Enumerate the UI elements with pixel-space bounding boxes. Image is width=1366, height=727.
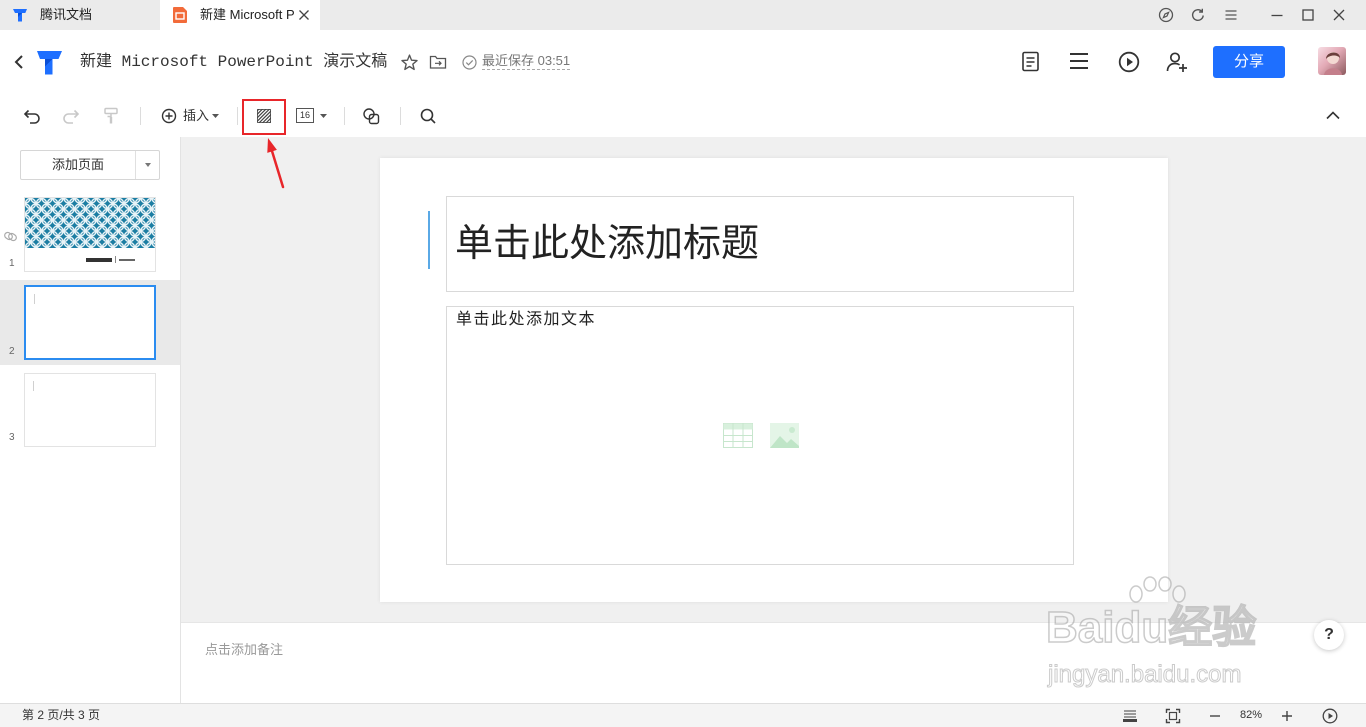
avatar[interactable]	[1318, 47, 1346, 75]
tab-tencent-docs[interactable]: 腾讯文档	[0, 0, 160, 30]
add-page-label: 添加页面	[51, 157, 104, 172]
close-tab-icon[interactable]	[298, 9, 310, 21]
tab-bar: 腾讯文档 新建 Microsoft P	[0, 0, 1366, 30]
slide[interactable]: 单击此处添加标题 单击此处添加文本	[380, 158, 1168, 602]
document-icon[interactable]	[1020, 51, 1041, 72]
present-icon[interactable]	[1322, 708, 1338, 724]
avatar-photo-icon	[1324, 52, 1342, 75]
thumbnail-placeholder-mark	[34, 294, 35, 304]
format-painter-icon[interactable]	[103, 107, 119, 125]
undo-icon[interactable]	[23, 108, 41, 125]
shapes-icon[interactable]	[362, 107, 380, 125]
caret-down-icon	[212, 114, 219, 118]
maximize-icon[interactable]	[1300, 7, 1316, 23]
status-bar: 第 2 页/共 3 页 82%	[0, 703, 1366, 727]
toolbar-separator	[140, 107, 141, 125]
circle-plus-icon	[161, 108, 177, 124]
title-placeholder[interactable]: 单击此处添加标题	[446, 196, 1074, 292]
zoom-in-icon[interactable]	[1281, 710, 1293, 722]
slide-size-selector[interactable]: 16	[296, 108, 314, 123]
slide-number: 2	[9, 346, 15, 357]
tencent-docs-logo-icon	[13, 9, 27, 22]
slide-thumbnail-2[interactable]	[24, 285, 156, 360]
slide-panel: 添加页面 1 2 3	[0, 137, 181, 703]
star-icon[interactable]	[400, 53, 419, 72]
thumbnail-pattern-background	[25, 198, 155, 248]
insert-label: 插入	[183, 108, 210, 123]
slide-number: 3	[9, 432, 15, 443]
compass-icon[interactable]	[1158, 7, 1174, 23]
redo-icon[interactable]	[62, 108, 80, 125]
editing-canvas: 单击此处添加标题 单击此处添加文本	[181, 137, 1366, 622]
link-icon[interactable]	[3, 229, 18, 244]
slide-number: 1	[9, 258, 15, 269]
notes-view-icon[interactable]	[1122, 709, 1138, 723]
insert-table-icon[interactable]	[723, 423, 753, 448]
toolbar-separator	[400, 107, 401, 125]
zoom-out-icon[interactable]	[1209, 710, 1221, 722]
collapse-toolbar-icon[interactable]	[1325, 110, 1341, 120]
annotation-arrow	[267, 138, 285, 189]
add-page-button[interactable]: 添加页面	[20, 150, 160, 180]
speaker-notes-area[interactable]: 点击添加备注	[181, 622, 1366, 703]
editing-toolbar: 插入 16	[0, 92, 1366, 137]
page-indicator: 第 2 页/共 3 页	[22, 708, 101, 722]
toolbar-separator	[237, 107, 238, 125]
thumbnail-subtitle-text	[119, 259, 135, 261]
insert-button[interactable]: 插入	[160, 104, 222, 128]
refresh-icon[interactable]	[1190, 7, 1206, 23]
caret-down-icon[interactable]	[320, 114, 327, 118]
help-button[interactable]: ?	[1314, 620, 1344, 650]
back-chevron-icon[interactable]	[13, 54, 25, 70]
text-cursor	[428, 211, 430, 269]
thumbnail-divider	[115, 256, 116, 263]
fit-to-window-icon[interactable]	[1165, 708, 1181, 724]
menu-icon[interactable]	[1223, 7, 1239, 23]
insert-image-icon[interactable]	[770, 423, 799, 448]
tab-document[interactable]: 新建 Microsoft P	[160, 0, 320, 30]
body-placeholder-text: 单击此处添加文本	[456, 311, 597, 328]
check-circle-icon	[462, 55, 477, 70]
presentation-file-icon	[173, 7, 187, 23]
save-status[interactable]: 最近保存 03:51	[482, 52, 571, 70]
slide-thumbnail-3[interactable]	[24, 373, 156, 447]
close-icon[interactable]	[1331, 7, 1347, 23]
document-title[interactable]: 新建 Microsoft PowerPoint 演示文稿	[80, 51, 387, 73]
present-icon[interactable]	[1118, 51, 1140, 73]
minimize-icon[interactable]	[1269, 7, 1285, 23]
zoom-level[interactable]: 82%	[1240, 704, 1262, 727]
annotation-highlight-box	[242, 99, 286, 135]
add-collaborator-icon[interactable]	[1165, 50, 1189, 74]
notes-placeholder: 点击添加备注	[205, 642, 284, 657]
thumbnail-title-text	[86, 258, 112, 262]
tencent-docs-logo-icon[interactable]	[34, 47, 64, 77]
title-placeholder-text: 单击此处添加标题	[455, 223, 760, 265]
share-button[interactable]: 分享	[1213, 46, 1285, 78]
tab-label: 新建 Microsoft P	[200, 7, 295, 22]
move-to-folder-icon[interactable]	[429, 54, 447, 70]
body-placeholder[interactable]: 单击此处添加文本	[446, 306, 1074, 565]
caret-down-icon[interactable]	[145, 163, 151, 167]
slide-thumbnail-1[interactable]	[24, 197, 156, 272]
document-header: 新建 Microsoft PowerPoint 演示文稿 最近保存 03:51 …	[0, 30, 1366, 92]
list-icon[interactable]	[1069, 52, 1089, 70]
thumbnail-placeholder-mark	[33, 381, 34, 391]
button-divider	[135, 151, 136, 179]
search-icon[interactable]	[419, 107, 437, 125]
tab-label: 腾讯文档	[40, 7, 93, 22]
toolbar-separator	[344, 107, 345, 125]
